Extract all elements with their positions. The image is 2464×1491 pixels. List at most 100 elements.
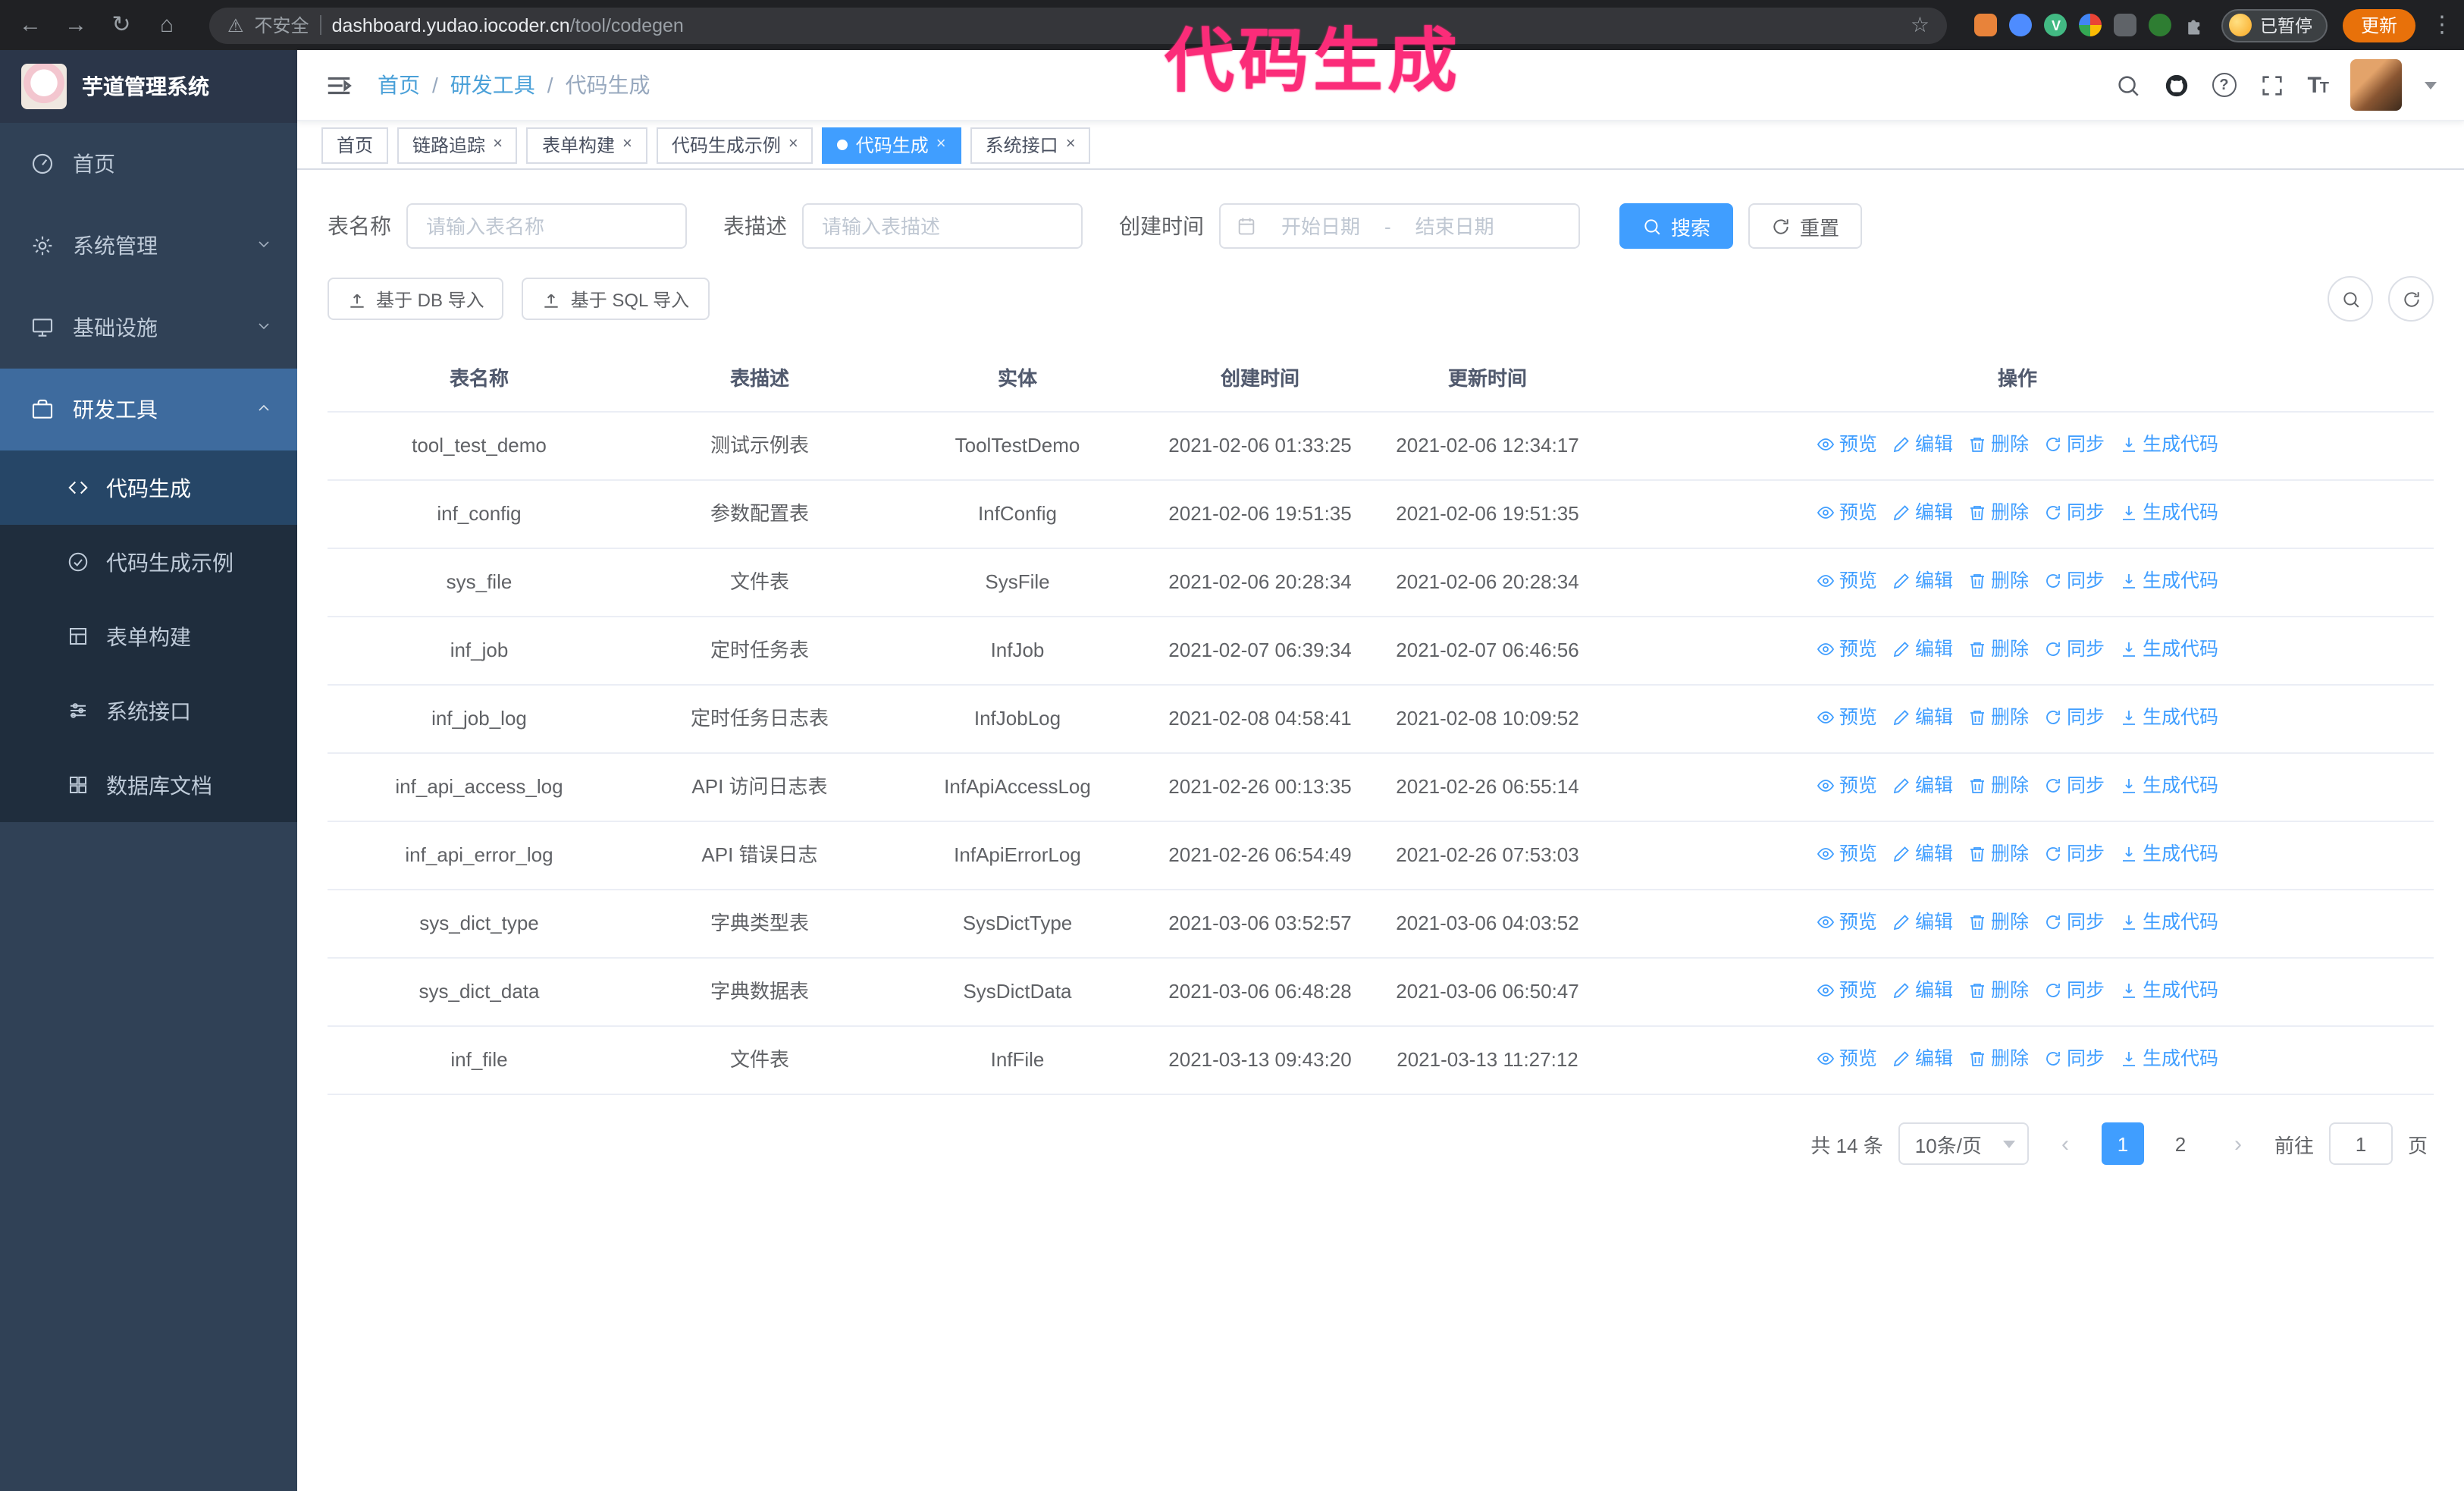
sync-link[interactable]: 同步 — [2044, 702, 2105, 733]
preview-link[interactable]: 预览 — [1817, 634, 1877, 664]
generate-link[interactable]: 生成代码 — [2120, 566, 2218, 596]
extension-icon[interactable] — [2009, 14, 2033, 36]
tab-system-api[interactable]: 系统接口 × — [970, 127, 1091, 163]
sync-link[interactable]: 同步 — [2044, 975, 2105, 1006]
page-button-2[interactable]: 2 — [2159, 1122, 2202, 1165]
close-icon[interactable]: × — [622, 136, 632, 153]
preview-link[interactable]: 预览 — [1817, 1044, 1877, 1074]
extension-icon[interactable]: V — [2044, 14, 2067, 36]
breadcrumb-item[interactable]: 研发工具 — [450, 70, 535, 100]
reload-icon[interactable]: ↻ — [106, 14, 136, 36]
delete-link[interactable]: 删除 — [1968, 498, 2029, 528]
edit-link[interactable]: 编辑 — [1892, 907, 1953, 937]
sync-link[interactable]: 同步 — [2044, 771, 2105, 801]
sync-link[interactable]: 同步 — [2044, 498, 2105, 528]
sidebar-item-system[interactable]: 系统管理 — [0, 205, 297, 287]
edit-link[interactable]: 编辑 — [1892, 771, 1953, 801]
sidebar-item-db-doc[interactable]: 数据库文档 — [0, 748, 297, 822]
sync-link[interactable]: 同步 — [2044, 907, 2105, 937]
search-button[interactable]: 搜索 — [1619, 203, 1734, 249]
search-icon[interactable] — [2114, 72, 2140, 98]
extension-icon[interactable] — [2079, 14, 2102, 36]
tab-tracing[interactable]: 链路追踪 × — [397, 127, 518, 163]
edit-link[interactable]: 编辑 — [1892, 429, 1953, 460]
generate-link[interactable]: 生成代码 — [2120, 975, 2218, 1006]
extensions-puzzle-icon[interactable] — [2184, 14, 2207, 36]
sync-link[interactable]: 同步 — [2044, 429, 2105, 460]
sidebar-item-codegen-example[interactable]: 代码生成示例 — [0, 525, 297, 599]
tab-codegen[interactable]: 代码生成 × — [822, 127, 961, 163]
preview-link[interactable]: 预览 — [1817, 771, 1877, 801]
generate-link[interactable]: 生成代码 — [2120, 702, 2218, 733]
delete-link[interactable]: 删除 — [1968, 771, 2029, 801]
extension-icon[interactable] — [2114, 14, 2137, 36]
import-db-button[interactable]: 基于 DB 导入 — [328, 278, 504, 320]
sidebar-item-home[interactable]: 首页 — [0, 123, 297, 205]
start-date-input[interactable] — [1266, 215, 1375, 237]
generate-link[interactable]: 生成代码 — [2120, 429, 2218, 460]
preview-link[interactable]: 预览 — [1817, 498, 1877, 528]
user-avatar[interactable] — [2350, 59, 2402, 111]
delete-link[interactable]: 删除 — [1968, 839, 2029, 869]
close-icon[interactable]: × — [1066, 136, 1076, 153]
end-date-input[interactable] — [1400, 215, 1509, 237]
table-name-input[interactable] — [406, 203, 687, 249]
extension-icon[interactable] — [1974, 14, 1998, 36]
address-bar[interactable]: ⚠ 不安全 dashboard.yudao.iocoder.cn/tool/co… — [209, 7, 1948, 43]
home-icon[interactable]: ⌂ — [152, 14, 182, 36]
sidebar-item-form-builder[interactable]: 表单构建 — [0, 599, 297, 673]
generate-link[interactable]: 生成代码 — [2120, 634, 2218, 664]
tab-codegen-example[interactable]: 代码生成示例 × — [656, 127, 813, 163]
toggle-search-button[interactable] — [2328, 276, 2373, 322]
preview-link[interactable]: 预览 — [1817, 429, 1877, 460]
page-button-1[interactable]: 1 — [2101, 1122, 2144, 1165]
generate-link[interactable]: 生成代码 — [2120, 839, 2218, 869]
sidebar-toggle[interactable] — [324, 71, 353, 99]
delete-link[interactable]: 删除 — [1968, 566, 2029, 596]
delete-link[interactable]: 删除 — [1968, 975, 2029, 1006]
sync-link[interactable]: 同步 — [2044, 839, 2105, 869]
edit-link[interactable]: 编辑 — [1892, 975, 1953, 1006]
fullscreen-icon[interactable] — [2259, 72, 2284, 98]
caret-down-icon[interactable] — [2425, 81, 2437, 89]
edit-link[interactable]: 编辑 — [1892, 634, 1953, 664]
sidebar-item-infra[interactable]: 基础设施 — [0, 287, 297, 369]
close-icon[interactable]: × — [788, 136, 798, 153]
generate-link[interactable]: 生成代码 — [2120, 771, 2218, 801]
edit-link[interactable]: 编辑 — [1892, 702, 1953, 733]
refresh-table-button[interactable] — [2388, 276, 2434, 322]
sync-link[interactable]: 同步 — [2044, 566, 2105, 596]
generate-link[interactable]: 生成代码 — [2120, 498, 2218, 528]
reset-button[interactable]: 重置 — [1748, 203, 1863, 249]
extension-icon[interactable] — [2149, 14, 2172, 36]
back-icon[interactable]: ← — [15, 14, 45, 36]
font-size-icon[interactable]: TT — [2307, 72, 2329, 98]
next-page-button[interactable]: › — [2217, 1122, 2259, 1165]
preview-link[interactable]: 预览 — [1817, 839, 1877, 869]
delete-link[interactable]: 删除 — [1968, 702, 2029, 733]
chrome-menu-icon[interactable]: ⋮ — [2431, 14, 2453, 36]
close-icon[interactable]: × — [493, 136, 503, 153]
sidebar-item-system-api[interactable]: 系统接口 — [0, 673, 297, 748]
forward-icon[interactable]: → — [61, 14, 91, 36]
sidebar-item-codegen[interactable]: 代码生成 — [0, 450, 297, 525]
profile-chip[interactable]: 已暂停 — [2221, 8, 2328, 42]
tab-form-builder[interactable]: 表单构建 × — [526, 127, 647, 163]
generate-link[interactable]: 生成代码 — [2120, 907, 2218, 937]
edit-link[interactable]: 编辑 — [1892, 1044, 1953, 1074]
delete-link[interactable]: 删除 — [1968, 429, 2029, 460]
sync-link[interactable]: 同步 — [2044, 634, 2105, 664]
delete-link[interactable]: 删除 — [1968, 907, 2029, 937]
bookmark-star-icon[interactable]: ☆ — [1911, 12, 1930, 38]
preview-link[interactable]: 预览 — [1817, 907, 1877, 937]
edit-link[interactable]: 编辑 — [1892, 839, 1953, 869]
delete-link[interactable]: 删除 — [1968, 1044, 2029, 1074]
goto-page-input[interactable] — [2328, 1122, 2393, 1165]
date-range-picker[interactable]: - — [1219, 203, 1580, 249]
generate-link[interactable]: 生成代码 — [2120, 1044, 2218, 1074]
tab-home[interactable]: 首页 — [321, 127, 389, 163]
github-icon[interactable] — [2163, 72, 2189, 98]
close-icon[interactable]: × — [936, 136, 946, 153]
table-desc-input[interactable] — [802, 203, 1083, 249]
delete-link[interactable]: 删除 — [1968, 634, 2029, 664]
